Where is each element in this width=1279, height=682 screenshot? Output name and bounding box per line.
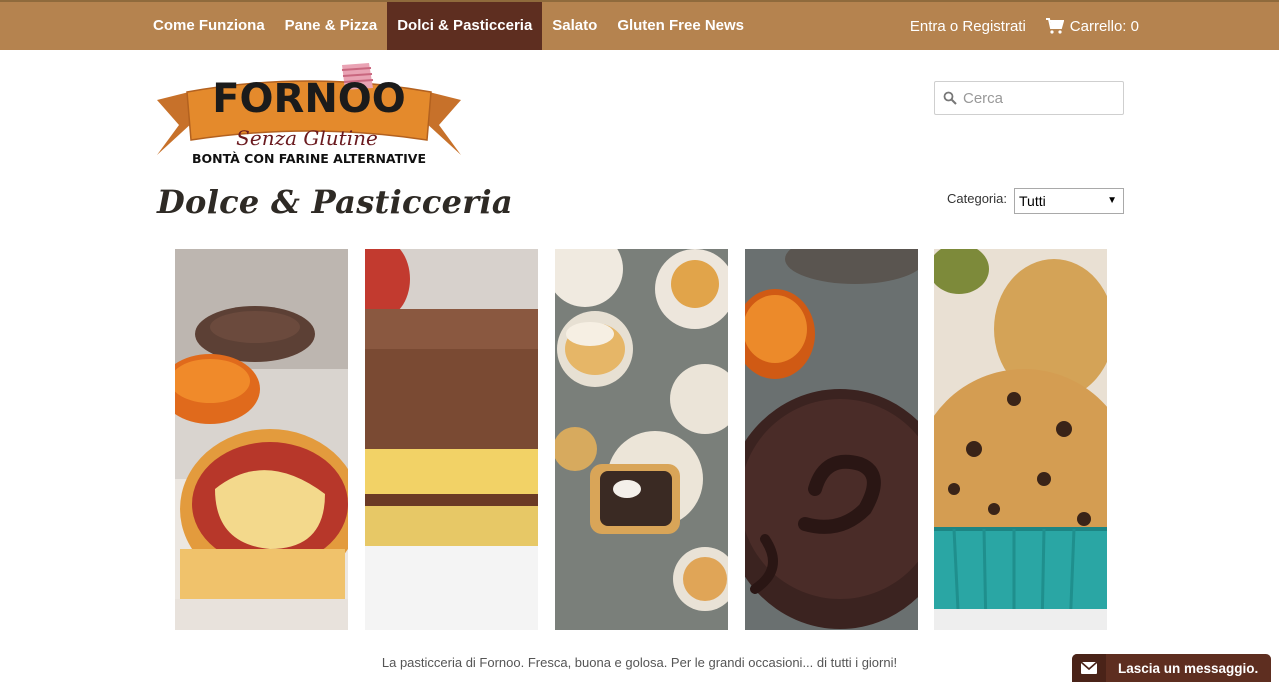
crostatina-image[interactable]	[175, 249, 348, 630]
svg-text:Senza Glutine: Senza Glutine	[236, 126, 378, 150]
nav-item-pane-pizza[interactable]: Pane & Pizza	[275, 2, 388, 50]
tiramisu-image[interactable]	[365, 249, 538, 630]
nav-item-salato[interactable]: Salato	[542, 2, 607, 50]
page-title: Dolce & Pasticceria	[157, 183, 513, 221]
account-area: Entra o Registrati Carrello: 0	[910, 2, 1139, 50]
nav-item-dolci-pasticceria[interactable]: Dolci & Pasticceria	[387, 2, 543, 50]
search-box[interactable]	[934, 81, 1124, 115]
chocolate-tart-image[interactable]	[745, 249, 918, 630]
login-link[interactable]: Entra o Registrati	[910, 18, 1026, 35]
cart-icon	[1045, 18, 1064, 34]
category-selected-value: Tutti	[1019, 193, 1046, 209]
top-navigation-bar: Come Funziona Pane & Pizza Dolci & Pasti…	[0, 0, 1279, 50]
product-gallery	[175, 249, 1107, 630]
svg-text:BONTÀ CON FARINE ALTERNATIVE: BONTÀ CON FARINE ALTERNATIVE	[192, 151, 426, 166]
svg-text:FORNOO: FORNOO	[212, 76, 406, 122]
category-label: Categoria:	[947, 191, 1007, 206]
message-widget-button[interactable]: Lascia un messaggio.	[1072, 654, 1271, 682]
cart-label: Carrello: 0	[1069, 17, 1139, 35]
fornoo-logo[interactable]: FORNOO Senza Glutine BONTÀ CON FARINE AL…	[157, 60, 461, 168]
dropdown-arrow-icon: ▼	[1107, 195, 1117, 206]
envelope-icon	[1072, 654, 1106, 682]
muffin-image[interactable]	[934, 249, 1107, 630]
nav-item-gluten-free-news[interactable]: Gluten Free News	[607, 2, 754, 50]
cart-link[interactable]: Carrello: 0	[1045, 17, 1139, 35]
nav-item-come-funziona[interactable]: Come Funziona	[143, 2, 275, 50]
main-nav: Come Funziona Pane & Pizza Dolci & Pasti…	[143, 2, 754, 50]
bigne-image[interactable]	[555, 249, 728, 630]
search-icon	[943, 91, 957, 105]
search-input[interactable]	[963, 89, 1113, 107]
message-widget-label: Lascia un messaggio.	[1118, 660, 1259, 676]
category-select[interactable]: Tutti ▼	[1014, 188, 1124, 214]
